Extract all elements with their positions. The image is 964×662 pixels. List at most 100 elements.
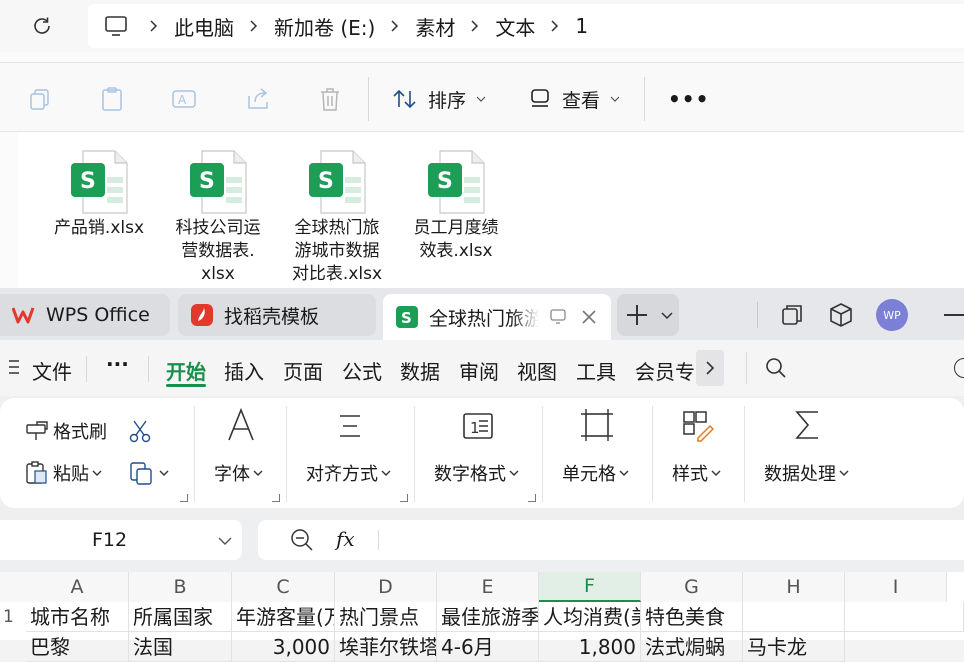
dialog-launcher-icon[interactable] [528, 494, 536, 502]
file-item[interactable]: S 科技公司运 营数据表. xlsx [159, 149, 277, 286]
window-switch-button[interactable] [780, 303, 804, 327]
table-cell[interactable]: 马卡龙 [743, 632, 845, 662]
new-tab-button[interactable] [617, 303, 657, 327]
table-cell[interactable]: 1,800 [539, 632, 641, 662]
table-cell[interactable] [845, 602, 964, 632]
column-header[interactable]: G [641, 572, 743, 602]
chevron-right-icon[interactable] [535, 19, 575, 33]
chevron-right-icon[interactable] [134, 19, 174, 33]
table-cell[interactable]: 最佳旅游季 [437, 602, 539, 632]
rename-icon[interactable]: A [170, 85, 198, 113]
paste-icon[interactable] [98, 85, 126, 113]
column-header[interactable]: I [845, 572, 947, 602]
cell-button[interactable]: 单元格 [562, 460, 629, 486]
column-header[interactable]: A [26, 572, 129, 602]
table-cell[interactable]: 埃菲尔铁塔 [335, 632, 437, 662]
breadcrumb-sucai[interactable]: 素材 [415, 12, 455, 41]
refresh-button[interactable] [28, 12, 56, 40]
font-icon [226, 408, 256, 442]
tab-docer-templates[interactable]: 找稻壳模板 [178, 294, 376, 336]
name-box[interactable]: F12 [0, 520, 242, 560]
table-cell[interactable]: 人均消费(美 [539, 602, 641, 632]
file-item[interactable]: S 全球热门旅 游城市数据 对比表.xlsx [278, 149, 396, 286]
avatar[interactable]: WP [876, 299, 908, 331]
table-cell[interactable]: 城市名称 [26, 602, 129, 632]
table-cell[interactable]: 年游客量(万 [232, 602, 335, 632]
xlsx-file-icon: S [307, 149, 367, 215]
menu-more[interactable]: ··· [106, 352, 129, 376]
copy-icon[interactable] [26, 85, 54, 113]
computer-icon[interactable] [104, 15, 134, 37]
menu-data[interactable]: 数据 [400, 356, 440, 385]
column-header-selected[interactable]: F [539, 572, 641, 602]
svg-text:1: 1 [470, 419, 480, 437]
minimize-icon[interactable] [944, 314, 964, 316]
table-cell[interactable]: 法国 [129, 632, 232, 662]
align-button[interactable]: 对齐方式 [306, 460, 391, 486]
menu-home[interactable]: 开始 [166, 356, 206, 385]
menu-review[interactable]: 审阅 [459, 356, 499, 385]
number-format-button[interactable]: 数字格式 [434, 460, 519, 486]
share-icon[interactable] [244, 85, 272, 113]
column-header[interactable]: D [335, 572, 437, 602]
breadcrumb-folder-1[interactable]: 1 [575, 14, 588, 38]
column-header[interactable]: E [437, 572, 539, 602]
search-icon[interactable] [764, 356, 788, 380]
sort-button[interactable]: 排序 [392, 83, 486, 115]
column-header[interactable]: C [232, 572, 335, 602]
file-item[interactable]: S 员工月度绩 效表.xlsx [397, 149, 515, 263]
column-header[interactable]: B [129, 572, 232, 602]
hamburger-icon[interactable] [8, 358, 22, 376]
select-all-corner[interactable] [0, 572, 26, 602]
table-cell[interactable]: 热门景点 [335, 602, 437, 632]
app-center-button[interactable] [828, 302, 854, 328]
menu-tools[interactable]: 工具 [576, 356, 616, 385]
scissors-icon[interactable] [128, 418, 154, 444]
row-header[interactable]: 1 [0, 602, 26, 632]
column-header[interactable]: H [743, 572, 845, 602]
paste-button[interactable]: 粘贴 [24, 460, 102, 486]
font-button[interactable]: 字体 [214, 460, 263, 486]
data-process-button[interactable]: 数据处理 [764, 460, 849, 486]
delete-icon[interactable] [316, 85, 344, 113]
menu-member[interactable]: 会员专 [635, 356, 697, 385]
table-cell[interactable] [743, 602, 845, 632]
format-painter-button[interactable]: 格式刷 [24, 418, 107, 444]
tab-active-spreadsheet[interactable]: S 全球热门旅游 [383, 294, 611, 340]
tab-dropdown[interactable] [657, 311, 677, 319]
dialog-launcher-icon[interactable] [400, 494, 408, 502]
menu-divider [148, 356, 149, 382]
dialog-launcher-icon[interactable] [272, 494, 280, 502]
breadcrumb-volume-e[interactable]: 新加卷 (E:) [274, 12, 375, 41]
menu-formula[interactable]: 公式 [342, 356, 382, 385]
close-tab-icon[interactable] [579, 307, 599, 327]
chevron-right-icon[interactable] [375, 19, 415, 33]
zoom-formula-icon[interactable] [290, 528, 314, 552]
breadcrumb-this-pc[interactable]: 此电脑 [174, 12, 234, 41]
table-cell[interactable]: 法式焗蜗 [641, 632, 743, 662]
table-cell[interactable]: 巴黎 [26, 632, 129, 662]
tab-wps-office[interactable]: WPS Office [0, 294, 170, 336]
dialog-launcher-icon[interactable] [180, 494, 188, 502]
chevron-right-icon[interactable] [455, 19, 495, 33]
menu-scroll-right[interactable] [696, 350, 724, 386]
table-cell[interactable]: 4-6月 [437, 632, 539, 662]
more-options-button[interactable]: ••• [668, 83, 709, 115]
table-cell[interactable]: 所属国家 [129, 602, 232, 632]
breadcrumb-wenben[interactable]: 文本 [495, 12, 535, 41]
help-icon[interactable] [954, 358, 964, 378]
menu-view[interactable]: 视图 [517, 356, 557, 385]
view-button[interactable]: 查看 [528, 83, 620, 115]
menu-page[interactable]: 页面 [283, 356, 323, 385]
address-bar[interactable]: 此电脑 新加卷 (E:) 素材 文本 1 [88, 4, 964, 48]
menu-insert[interactable]: 插入 [224, 356, 264, 385]
style-button[interactable]: 样式 [672, 460, 721, 486]
formula-bar[interactable]: fx [258, 520, 964, 560]
menu-file[interactable]: 文件 [32, 356, 72, 385]
table-cell[interactable]: 3,000 [232, 632, 335, 662]
file-item[interactable]: S 产品销.xlsx [40, 149, 158, 240]
table-cell[interactable]: 特色美食 [641, 602, 743, 632]
fx-icon[interactable]: fx [336, 527, 355, 551]
copy-button[interactable] [128, 460, 169, 486]
chevron-right-icon[interactable] [234, 19, 274, 33]
